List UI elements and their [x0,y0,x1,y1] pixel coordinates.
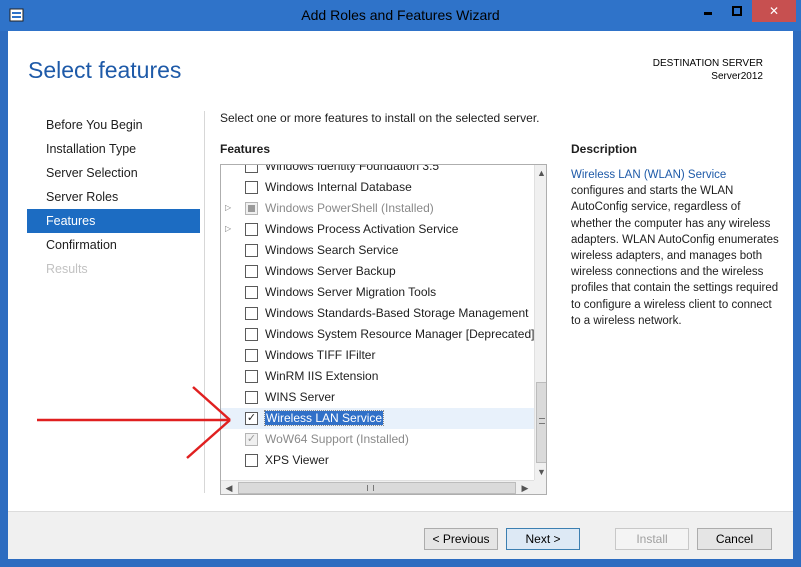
feature-row[interactable]: ▷ Windows PowerShell (Installed) [221,198,534,219]
title-bar[interactable]: Add Roles and Features Wizard ✕ [0,0,801,31]
vertical-scrollbar[interactable]: ▲ ▼ [534,165,546,480]
features-heading: Features [220,142,271,156]
feature-checkbox: ✓ [245,433,258,446]
feature-row[interactable]: ✓ WoW64 Support (Installed) [221,429,534,450]
close-icon: ✕ [768,4,780,18]
scrollbar-corner [534,480,546,494]
feature-label: Windows Search Service [265,243,399,257]
nav-item-server-roles[interactable]: Server Roles [27,185,200,209]
expand-arrow-icon[interactable]: ▷ [225,224,235,234]
maximize-button[interactable] [723,0,750,22]
window-title: Add Roles and Features Wizard [301,7,500,23]
feature-row[interactable]: WINS Server [221,387,534,408]
wizard-window: Add Roles and Features Wizard ✕ Select f… [0,0,801,567]
feature-checkbox[interactable] [245,328,258,341]
feature-row[interactable]: WinRM IIS Extension [221,366,534,387]
grip-icon [367,485,374,491]
maximize-icon [731,6,742,16]
feature-label: Windows TIFF IFilter [265,348,376,362]
nav-item-before-you-begin[interactable]: Before You Begin [27,113,200,137]
feature-row[interactable]: Windows System Resource Manager [Depreca… [221,324,534,345]
wizard-client-area: Select features DESTINATION SERVER Serve… [8,31,793,559]
scroll-down-button[interactable]: ▼ [535,464,546,480]
feature-label: Windows System Resource Manager [Depreca… [265,327,534,341]
feature-row[interactable]: Windows Identity Foundation 3.5 [221,165,534,177]
feature-checkbox [245,202,258,215]
feature-label: WinRM IIS Extension [265,369,379,383]
nav-item-results: Results [46,262,88,276]
destination-value: Server2012 [711,71,763,82]
feature-checkbox[interactable] [245,165,258,173]
description-text: Wireless LAN (WLAN) Service configures a… [571,167,781,329]
feature-row[interactable]: ✓ Wireless LAN Service [221,408,534,429]
scroll-right-button[interactable]: ▶ [517,481,533,494]
feature-row[interactable]: XPS Viewer [221,450,534,471]
description-link[interactable]: Wireless LAN (WLAN) Service [571,169,726,181]
features-list: Windows Identity Foundation 3.5 Windows I… [221,165,534,480]
feature-row[interactable]: Windows TIFF IFilter [221,345,534,366]
close-button[interactable]: ✕ [752,0,796,22]
feature-label: Wireless LAN Service [263,410,385,426]
feature-row[interactable]: Windows Server Backup [221,261,534,282]
feature-checkbox[interactable] [245,265,258,278]
description-body: configures and starts the WLAN AutoConfi… [571,185,779,327]
page-title: Select features [28,57,182,83]
expand-arrow-icon[interactable]: ▷ [225,203,235,213]
previous-button[interactable]: < Previous [424,528,498,550]
feature-checkbox[interactable] [245,223,258,236]
feature-row[interactable]: Windows Server Migration Tools [221,282,534,303]
feature-label: Windows Server Backup [265,264,396,278]
wizard-footer: < Previous Next > Install Cancel [8,511,793,559]
nav-item-server-selection[interactable]: Server Selection [27,161,200,185]
destination-server: DESTINATION SERVER Server2012 [653,57,763,83]
feature-checkbox[interactable] [245,181,258,194]
feature-label: Windows PowerShell (Installed) [265,201,434,215]
feature-checkbox[interactable] [245,307,258,320]
feature-label: Windows Internal Database [265,180,412,194]
feature-label: Windows Standards-Based Storage Manageme… [265,306,529,320]
instruction-text: Select one or more features to install o… [220,111,540,125]
feature-checkbox[interactable] [245,370,258,383]
feature-label: Windows Server Migration Tools [265,285,437,299]
grip-icon [539,418,545,424]
features-tree[interactable]: Windows Identity Foundation 3.5 Windows I… [220,164,547,495]
scroll-up-button[interactable]: ▲ [535,165,546,181]
feature-row[interactable]: Windows Internal Database [221,177,534,198]
feature-checkbox[interactable] [245,244,258,257]
annotation-arrow-icon [37,386,231,459]
horizontal-scroll-thumb[interactable] [238,482,516,494]
next-button[interactable]: Next > [506,528,580,550]
description-heading: Description [571,142,638,156]
wizard-nav: Before You Begin Installation Type Serve… [27,113,200,281]
nav-item-installation-type[interactable]: Installation Type [27,137,200,161]
feature-checkbox[interactable] [245,286,258,299]
feature-checkbox[interactable] [245,454,258,467]
feature-checkbox[interactable]: ✓ [245,412,258,425]
scroll-left-button[interactable]: ◀ [221,481,237,494]
feature-label: WoW64 Support (Installed) [265,432,409,446]
feature-row[interactable]: ▷ Windows Process Activation Service [221,219,534,240]
feature-label: WINS Server [265,390,336,404]
minimize-icon [703,12,712,15]
feature-row[interactable]: Windows Standards-Based Storage Manageme… [221,303,534,324]
minimize-button[interactable] [694,0,721,22]
feature-label: XPS Viewer [265,453,329,467]
cancel-button[interactable]: Cancel [697,528,772,550]
install-button: Install [615,528,689,550]
vertical-scroll-thumb[interactable] [536,382,546,463]
destination-label: DESTINATION SERVER [652,58,763,69]
feature-label: Windows Process Activation Service [265,222,459,236]
feature-checkbox[interactable] [245,349,258,362]
horizontal-scrollbar[interactable]: ◀ ▶ [221,480,534,494]
nav-item-confirmation[interactable]: Confirmation [27,233,200,257]
feature-checkbox[interactable] [245,391,258,404]
nav-item-features[interactable]: Features [27,209,200,233]
feature-row[interactable]: Windows Search Service [221,240,534,261]
feature-label: Windows Identity Foundation 3.5 [265,165,440,173]
